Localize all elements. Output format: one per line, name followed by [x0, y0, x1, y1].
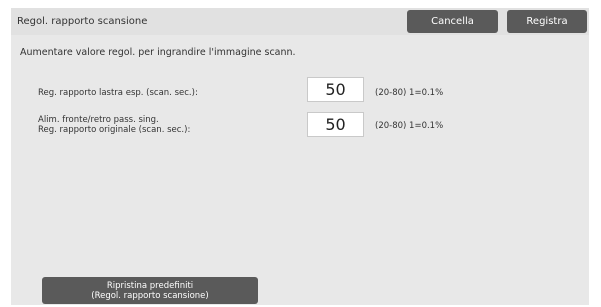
glass-ratio-range-text: (20-80) 1=0.1%: [375, 88, 444, 98]
glass-ratio-label-line: Reg. rapporto lastra esp. (scan. sec.):: [38, 88, 198, 98]
duplex-ratio-label: Alim. fronte/retro pass. sing. Reg. rapp…: [38, 115, 190, 135]
page-title: Regol. rapporto scansione: [17, 16, 148, 27]
glass-ratio-label: Reg. rapporto lastra esp. (scan. sec.):: [38, 88, 198, 98]
description-text: Aumentare valore regol. per ingrandire l…: [20, 47, 296, 58]
restore-defaults-label-line-1: Ripristina predefiniti: [106, 280, 194, 291]
duplex-ratio-value-field[interactable]: 50: [307, 112, 364, 137]
duplex-ratio-range-text: (20-80) 1=0.1%: [375, 121, 444, 131]
cancel-button[interactable]: Cancella: [407, 10, 498, 33]
title-bar: Regol. rapporto scansione Cancella Regis…: [11, 8, 589, 35]
restore-defaults-button[interactable]: Ripristina predefiniti (Regol. rapporto …: [42, 277, 258, 304]
restore-defaults-label-line-2: (Regol. rapporto scansione): [91, 290, 209, 301]
screen: Regol. rapporto scansione Cancella Regis…: [0, 0, 601, 307]
content-area: Aumentare valore regol. per ingrandire l…: [11, 35, 589, 305]
glass-ratio-value-field[interactable]: 50: [307, 77, 364, 102]
duplex-ratio-label-line-1: Alim. fronte/retro pass. sing.: [38, 115, 159, 125]
duplex-ratio-label-line-2: Reg. rapporto originale (scan. sec.):: [38, 125, 191, 135]
save-button[interactable]: Registra: [507, 10, 587, 33]
settings-panel: Regol. rapporto scansione Cancella Regis…: [11, 8, 589, 305]
